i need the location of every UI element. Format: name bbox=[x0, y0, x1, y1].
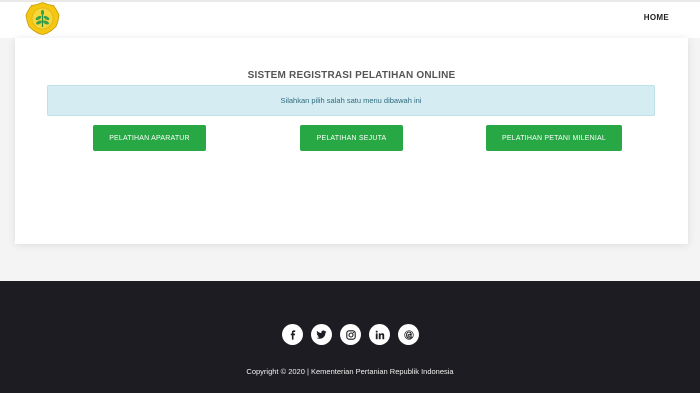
threads-icon[interactable] bbox=[398, 324, 419, 345]
pelatihan-sejuta-button[interactable]: PELATIHAN SEJUTA bbox=[300, 125, 403, 151]
pelatihan-petani-milenial-button[interactable]: PELATIHAN PETANI MILENIAL bbox=[486, 125, 622, 151]
facebook-icon[interactable] bbox=[282, 324, 303, 345]
instagram-icon[interactable] bbox=[340, 324, 361, 345]
social-links bbox=[282, 324, 419, 346]
footer: Copyright © 2020 | Kementerian Pertanian… bbox=[0, 281, 700, 393]
top-border bbox=[0, 0, 700, 2]
twitter-icon[interactable] bbox=[311, 324, 332, 345]
nav-home-link[interactable]: HOME bbox=[644, 13, 669, 22]
info-alert: Silahkan pilih salah satu menu dibawah i… bbox=[47, 85, 655, 116]
copyright-text: Copyright © 2020 | Kementerian Pertanian… bbox=[246, 367, 454, 376]
top-navbar: HOME bbox=[0, 0, 700, 38]
ministry-emblem-icon[interactable] bbox=[25, 2, 60, 35]
pelatihan-aparatur-button[interactable]: PELATIHAN APARATUR bbox=[93, 125, 206, 151]
page-title: SISTEM REGISTRASI PELATIHAN ONLINE bbox=[247, 70, 456, 81]
linkedin-icon[interactable] bbox=[369, 324, 390, 345]
registration-card: SISTEM REGISTRASI PELATIHAN ONLINE Silah… bbox=[15, 38, 688, 244]
